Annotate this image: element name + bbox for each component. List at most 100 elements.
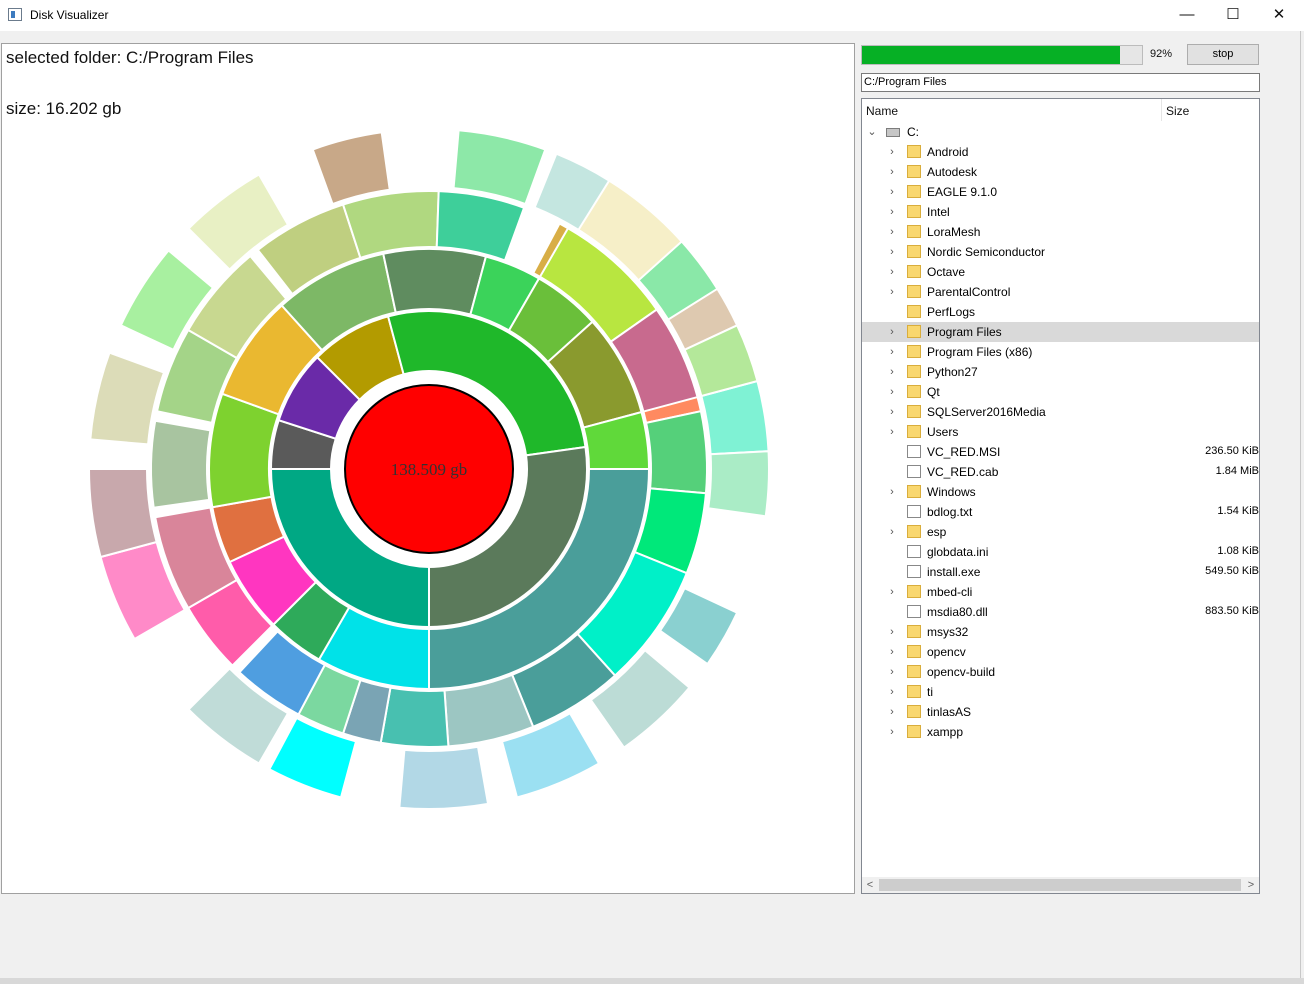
expand-chevron-icon[interactable]: › <box>886 162 898 182</box>
horizontal-scrollbar[interactable]: < > <box>862 877 1259 893</box>
expand-chevron-icon[interactable]: › <box>886 522 898 542</box>
tree-row[interactable]: PerfLogs <box>862 302 1259 322</box>
close-button[interactable]: ✕ <box>1256 0 1302 31</box>
expand-chevron-icon[interactable]: › <box>886 642 898 662</box>
sunburst-segment[interactable] <box>644 410 708 495</box>
tree-row-name: opencv-build <box>927 665 996 679</box>
sunburst-segment[interactable] <box>87 468 158 559</box>
tree-row-size: 236.50 KiB <box>1205 445 1259 457</box>
tree-row-size: 1.84 MiB <box>1215 465 1259 477</box>
path-input[interactable]: C:/Program Files <box>861 73 1260 92</box>
tree-row[interactable]: › SQLServer2016Media <box>862 402 1259 422</box>
tree-row[interactable]: › msys32 <box>862 622 1259 642</box>
expand-chevron-icon[interactable]: › <box>886 702 898 722</box>
tree-row[interactable]: › opencv-build <box>862 662 1259 682</box>
folder-icon <box>907 385 921 398</box>
folder-icon <box>907 145 921 158</box>
tree-row[interactable]: › Python27 <box>862 362 1259 382</box>
tree-row[interactable]: › EAGLE 9.1.0 <box>862 182 1259 202</box>
expand-chevron-icon[interactable]: › <box>886 262 898 282</box>
tree-row-size: 883.50 KiB <box>1205 605 1259 617</box>
folder-icon <box>907 625 921 638</box>
tree-row[interactable]: › Autodesk <box>862 162 1259 182</box>
column-name-header[interactable]: Name <box>862 99 1162 121</box>
window-edge <box>1300 31 1304 984</box>
tree-row[interactable]: › Program Files (x86) <box>862 342 1259 362</box>
tree-root-label: C: <box>907 125 919 139</box>
column-size-header[interactable]: Size <box>1162 99 1259 121</box>
sunburst-segment[interactable] <box>379 686 450 748</box>
sunburst-segment[interactable] <box>382 248 488 316</box>
tree-row[interactable]: › Octave <box>862 262 1259 282</box>
maximize-button[interactable]: ☐ <box>1210 0 1256 31</box>
tree-row[interactable]: › Program Files <box>862 322 1259 342</box>
tree-row-name: Android <box>927 145 969 159</box>
tree-row[interactable]: › LoraMesh <box>862 222 1259 242</box>
tree-root-row[interactable]: ⌄ C: <box>862 122 1259 142</box>
folder-icon <box>907 665 921 678</box>
stop-button[interactable]: stop <box>1187 44 1259 65</box>
tree-row[interactable]: › opencv <box>862 642 1259 662</box>
tree-row[interactable]: msdia80.dll 883.50 KiB <box>862 602 1259 622</box>
collapse-chevron-icon[interactable]: ⌄ <box>866 122 878 142</box>
tree-row[interactable]: › esp <box>862 522 1259 542</box>
expand-chevron-icon[interactable]: › <box>886 282 898 302</box>
sunburst-segment[interactable] <box>398 745 490 810</box>
tree-row[interactable]: › mbed-cli <box>862 582 1259 602</box>
tree-row[interactable]: install.exe 549.50 KiB <box>862 562 1259 582</box>
tree-row[interactable]: › Android <box>862 142 1259 162</box>
expand-chevron-icon[interactable]: › <box>886 582 898 602</box>
expand-chevron-icon[interactable]: › <box>886 402 898 422</box>
expand-chevron-icon[interactable]: › <box>886 242 898 262</box>
sunburst-chart[interactable]: 138.509 gb <box>2 44 854 893</box>
expand-chevron-icon[interactable]: › <box>886 322 898 342</box>
expand-chevron-icon[interactable]: › <box>886 622 898 642</box>
folder-icon <box>907 485 921 498</box>
tree-row[interactable]: bdlog.txt 1.54 KiB <box>862 502 1259 522</box>
tree-row[interactable]: › ParentalControl <box>862 282 1259 302</box>
expand-chevron-icon[interactable]: › <box>886 182 898 202</box>
tree-row[interactable]: globdata.ini 1.08 KiB <box>862 542 1259 562</box>
expand-chevron-icon[interactable]: › <box>886 222 898 242</box>
tree-row[interactable]: › Users <box>862 422 1259 442</box>
folder-icon <box>907 205 921 218</box>
tree-row[interactable]: › tinlasAS <box>862 702 1259 722</box>
expand-chevron-icon[interactable]: › <box>886 142 898 162</box>
tree-row-name: Nordic Semiconductor <box>927 245 1046 259</box>
expand-chevron-icon[interactable]: › <box>886 482 898 502</box>
tree-row-name: ParentalControl <box>927 285 1011 299</box>
tree-row-name: Program Files (x86) <box>927 345 1033 359</box>
scroll-left-arrow-icon[interactable]: < <box>862 877 878 893</box>
expand-chevron-icon[interactable]: › <box>886 382 898 402</box>
expand-chevron-icon[interactable]: › <box>886 662 898 682</box>
file-icon <box>907 565 921 578</box>
tree-row[interactable]: › Qt <box>862 382 1259 402</box>
scroll-thumb[interactable] <box>879 879 1241 891</box>
expand-chevron-icon[interactable]: › <box>886 682 898 702</box>
expand-chevron-icon[interactable]: › <box>886 202 898 222</box>
tree-row[interactable]: › xampp <box>862 722 1259 742</box>
tree-row[interactable]: › ti <box>862 682 1259 702</box>
window-title: Disk Visualizer <box>30 8 109 22</box>
tree-row[interactable]: VC_RED.MSI 236.50 KiB <box>862 442 1259 462</box>
expand-chevron-icon[interactable]: › <box>886 342 898 362</box>
tree-row-name: globdata.ini <box>927 545 989 559</box>
sunburst-segment[interactable] <box>150 419 212 509</box>
expand-chevron-icon[interactable]: › <box>886 422 898 442</box>
expand-chevron-icon[interactable]: › <box>886 722 898 742</box>
tree-row-size: 1.08 KiB <box>1217 545 1259 557</box>
tree-row-name: Program Files <box>927 325 1002 339</box>
visualization-canvas[interactable]: 138.509 gb selected folder: C:/Program F… <box>1 43 855 894</box>
tree-row[interactable]: VC_RED.cab 1.84 MiB <box>862 462 1259 482</box>
sunburst-segment[interactable] <box>311 131 391 206</box>
tree-row[interactable]: › Windows <box>862 482 1259 502</box>
sunburst-segment[interactable] <box>341 190 440 260</box>
file-tree[interactable]: Name Size ⌄ C: › Android › Autodesk › EAGLE 9… <box>861 98 1260 894</box>
expand-chevron-icon[interactable]: › <box>886 362 898 382</box>
tree-row-name: opencv <box>927 645 966 659</box>
scroll-right-arrow-icon[interactable]: > <box>1243 877 1259 893</box>
tree-row[interactable]: › Nordic Semiconductor <box>862 242 1259 262</box>
tree-row[interactable]: › Intel <box>862 202 1259 222</box>
minimize-button[interactable]: — <box>1164 0 1210 31</box>
sunburst-segment[interactable] <box>707 450 770 518</box>
